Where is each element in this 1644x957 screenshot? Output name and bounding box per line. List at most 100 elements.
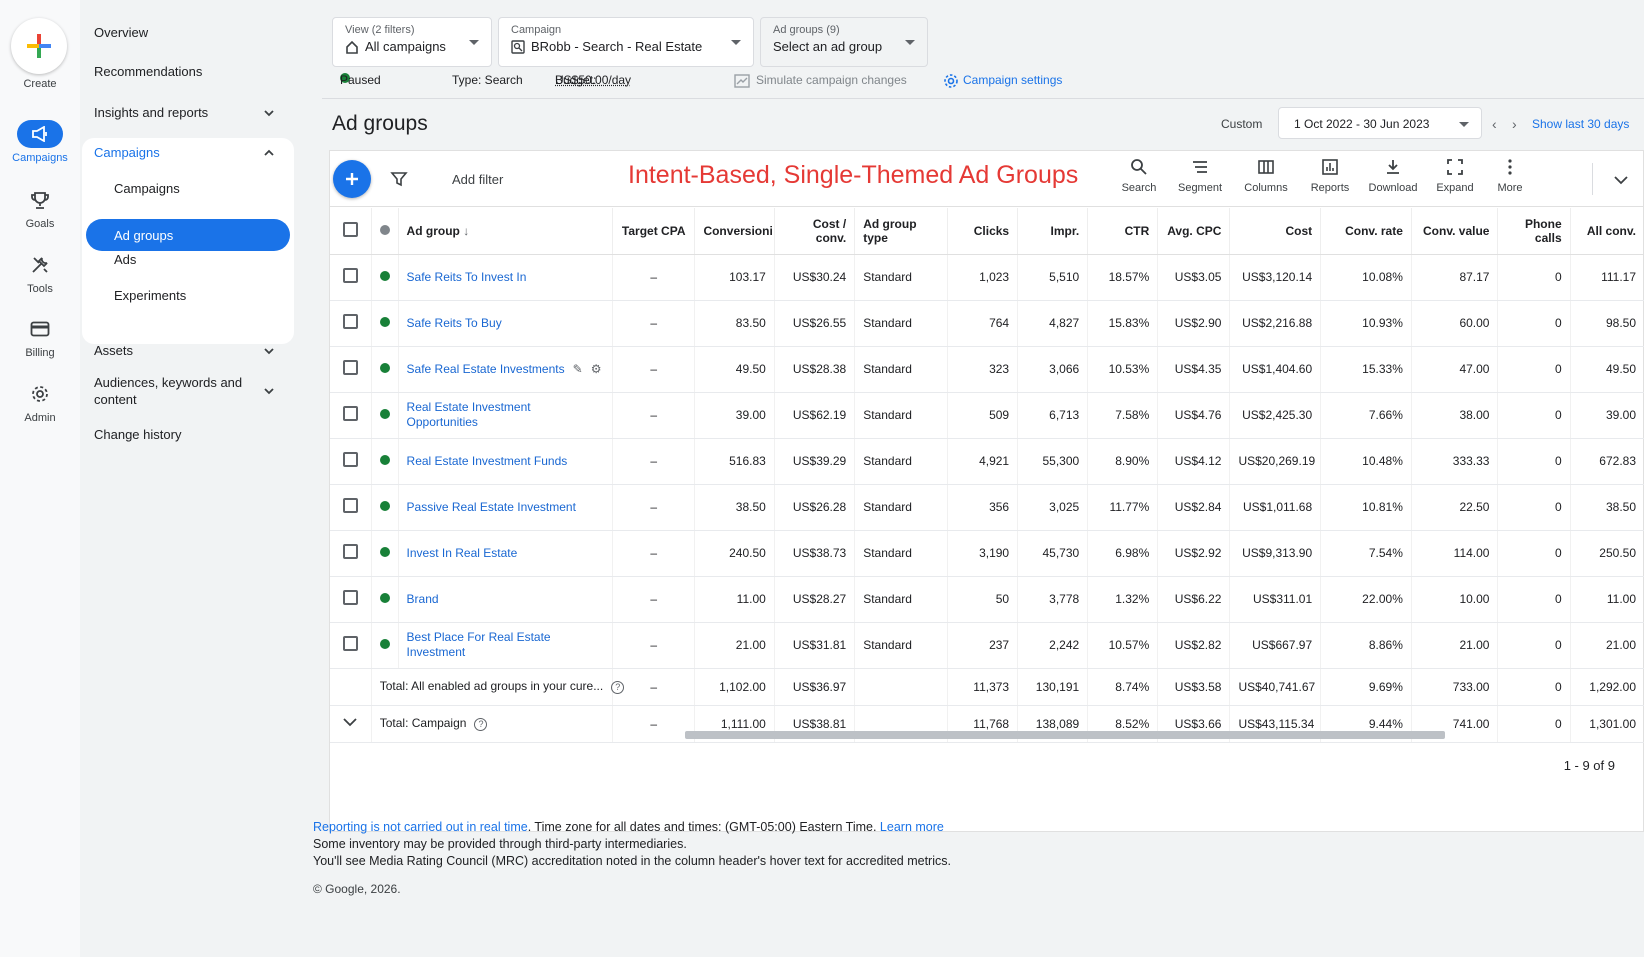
toolbar-search[interactable]: Search bbox=[1109, 158, 1169, 194]
col-header-conv-rate[interactable]: Conv. rate bbox=[1321, 208, 1412, 254]
col-header-cost-per-conv[interactable]: Cost / conv. bbox=[774, 208, 854, 254]
ad-group-link[interactable]: Safe Reits To Buy bbox=[407, 316, 502, 330]
chevron-down-icon[interactable] bbox=[262, 384, 276, 398]
ad-group-link[interactable]: Best Place For Real Estate Investment bbox=[407, 630, 551, 659]
col-header-target-cpa[interactable]: Target CPA bbox=[612, 208, 694, 254]
help-icon[interactable]: ? bbox=[474, 718, 487, 731]
enabled-status-dot[interactable] bbox=[380, 409, 390, 419]
row-checkbox[interactable] bbox=[343, 636, 358, 651]
toolbar-segment[interactable]: Segment bbox=[1170, 158, 1230, 194]
col-header-all-conv[interactable]: All conv. bbox=[1570, 208, 1644, 254]
nav-sub-ad-groups[interactable]: Ad groups bbox=[86, 219, 290, 251]
campaign-dropdown[interactable]: Campaign BRobb - Search - Real Estate bbox=[498, 17, 754, 67]
total-cell: – bbox=[612, 668, 694, 705]
row-checkbox[interactable] bbox=[343, 590, 358, 605]
chevron-up-icon[interactable] bbox=[262, 146, 276, 160]
row-checkbox[interactable] bbox=[343, 452, 358, 467]
col-header-impr[interactable]: Impr. bbox=[1018, 208, 1088, 254]
simulate-link[interactable]: Simulate campaign changes bbox=[734, 73, 756, 88]
row-checkbox[interactable] bbox=[343, 360, 358, 375]
col-header-clicks[interactable]: Clicks bbox=[948, 208, 1018, 254]
budget-value[interactable]: US$50.00/day bbox=[555, 73, 631, 87]
enabled-status-dot[interactable] bbox=[380, 639, 390, 649]
col-header-cost[interactable]: Cost bbox=[1230, 208, 1321, 254]
nav-overview[interactable]: Overview bbox=[94, 25, 148, 40]
rail-admin[interactable]: Admin bbox=[0, 380, 80, 424]
toolbar-download[interactable]: Download bbox=[1363, 158, 1423, 194]
nav-insights[interactable]: Insights and reports bbox=[94, 105, 208, 120]
chevron-down-icon[interactable] bbox=[342, 717, 358, 731]
cell-value: – bbox=[650, 546, 657, 560]
cell-value: 240.50 bbox=[729, 546, 766, 560]
enabled-status-dot[interactable] bbox=[380, 363, 390, 373]
add-filter-input[interactable]: Add filter bbox=[452, 172, 503, 187]
enabled-status-dot[interactable] bbox=[380, 271, 390, 281]
enabled-status-dot[interactable] bbox=[380, 593, 390, 603]
nav-change-history[interactable]: Change history bbox=[94, 427, 181, 442]
ad-group-link[interactable]: Brand bbox=[407, 592, 439, 606]
nav-sub-ads[interactable]: Ads bbox=[114, 252, 136, 267]
show-last-30-days-link[interactable]: Show last 30 days bbox=[1532, 117, 1629, 131]
rail-billing[interactable]: Billing bbox=[0, 315, 80, 359]
chevron-down-icon[interactable] bbox=[1613, 173, 1629, 187]
nav-recommendations[interactable]: Recommendations bbox=[94, 64, 202, 79]
toolbar-more[interactable]: More bbox=[1480, 158, 1540, 194]
col-header-conversions[interactable]: Conversioni bbox=[695, 208, 774, 254]
table-cell: 60.00 bbox=[1411, 300, 1498, 346]
row-checkbox[interactable] bbox=[343, 406, 358, 421]
nav-audiences[interactable]: Audiences, keywords and content bbox=[94, 374, 244, 408]
row-checkbox[interactable] bbox=[343, 314, 358, 329]
nav-sub-experiments[interactable]: Experiments bbox=[114, 288, 186, 303]
learn-more-link[interactable]: Learn more bbox=[880, 820, 944, 834]
rail-campaigns[interactable]: Campaigns bbox=[0, 120, 80, 164]
ad-group-link[interactable]: Safe Real Estate Investments bbox=[407, 362, 565, 376]
chevron-down-icon[interactable] bbox=[262, 106, 276, 120]
toolbar-expand[interactable]: Expand bbox=[1425, 158, 1485, 194]
campaign-dropdown-value: BRobb - Search - Real Estate bbox=[531, 39, 702, 54]
gear-icon bbox=[17, 380, 63, 408]
campaign-settings-link[interactable]: Campaign settings bbox=[943, 73, 963, 89]
edit-pencil-icon[interactable]: ✎ bbox=[573, 362, 583, 376]
enabled-status-dot[interactable] bbox=[380, 317, 390, 327]
col-header-phone-calls[interactable]: Phone calls bbox=[1498, 208, 1570, 254]
ad-group-link[interactable]: Passive Real Estate Investment bbox=[407, 500, 576, 514]
ad-group-link[interactable]: Real Estate Investment Opportunities bbox=[407, 400, 531, 429]
enabled-status-dot[interactable] bbox=[380, 501, 390, 511]
toolbar-reports[interactable]: Reports bbox=[1300, 158, 1360, 194]
date-range-picker[interactable]: 1 Oct 2022 - 30 Jun 2023 bbox=[1278, 107, 1482, 139]
row-checkbox[interactable] bbox=[343, 268, 358, 283]
nav-campaigns-section[interactable]: Campaigns bbox=[94, 145, 160, 160]
col-header-ad-group-type[interactable]: Ad group type bbox=[855, 208, 948, 254]
add-ad-group-button[interactable] bbox=[333, 160, 371, 198]
enabled-status-dot[interactable] bbox=[380, 455, 390, 465]
ad-group-link[interactable]: Safe Reits To Invest In bbox=[407, 270, 527, 284]
row-checkbox[interactable] bbox=[343, 498, 358, 513]
toolbar-columns[interactable]: Columns bbox=[1236, 158, 1296, 194]
chevron-right-icon[interactable]: › bbox=[1512, 116, 1517, 132]
rail-tools[interactable]: Tools bbox=[0, 251, 80, 295]
reporting-link[interactable]: Reporting is not carried out in real tim… bbox=[313, 820, 528, 834]
ad-group-link[interactable]: Invest In Real Estate bbox=[407, 546, 518, 560]
col-header-conv-value[interactable]: Conv. value bbox=[1411, 208, 1498, 254]
nav-sub-campaigns[interactable]: Campaigns bbox=[114, 181, 180, 196]
nav-assets[interactable]: Assets bbox=[94, 343, 133, 358]
filter-icon[interactable] bbox=[390, 170, 408, 188]
rail-goals[interactable]: Goals bbox=[0, 186, 80, 230]
cell-value: US$3,120.14 bbox=[1242, 270, 1312, 284]
enabled-status-dot[interactable] bbox=[380, 547, 390, 557]
col-header[interactable]: Ad group ↓ bbox=[398, 208, 612, 254]
col-header-ctr[interactable]: CTR bbox=[1088, 208, 1158, 254]
cell-value: 38.50 bbox=[736, 500, 766, 514]
chevron-left-icon[interactable]: ‹ bbox=[1492, 116, 1497, 132]
cell-value: 0 bbox=[1555, 500, 1562, 514]
settings-gear-icon[interactable]: ⚙ bbox=[591, 362, 602, 376]
row-checkbox[interactable] bbox=[343, 544, 358, 559]
chevron-down-icon[interactable] bbox=[262, 344, 276, 358]
col-header-avg-cpc[interactable]: Avg. CPC bbox=[1158, 208, 1230, 254]
view-dropdown[interactable]: View (2 filters) All campaigns bbox=[332, 17, 492, 67]
create-button[interactable] bbox=[11, 18, 67, 74]
select-all-checkbox[interactable] bbox=[343, 222, 358, 237]
horizontal-scrollbar[interactable] bbox=[685, 731, 1445, 739]
adgroup-dropdown[interactable]: Ad groups (9) Select an ad group bbox=[760, 17, 928, 67]
ad-group-link[interactable]: Real Estate Investment Funds bbox=[407, 454, 568, 468]
